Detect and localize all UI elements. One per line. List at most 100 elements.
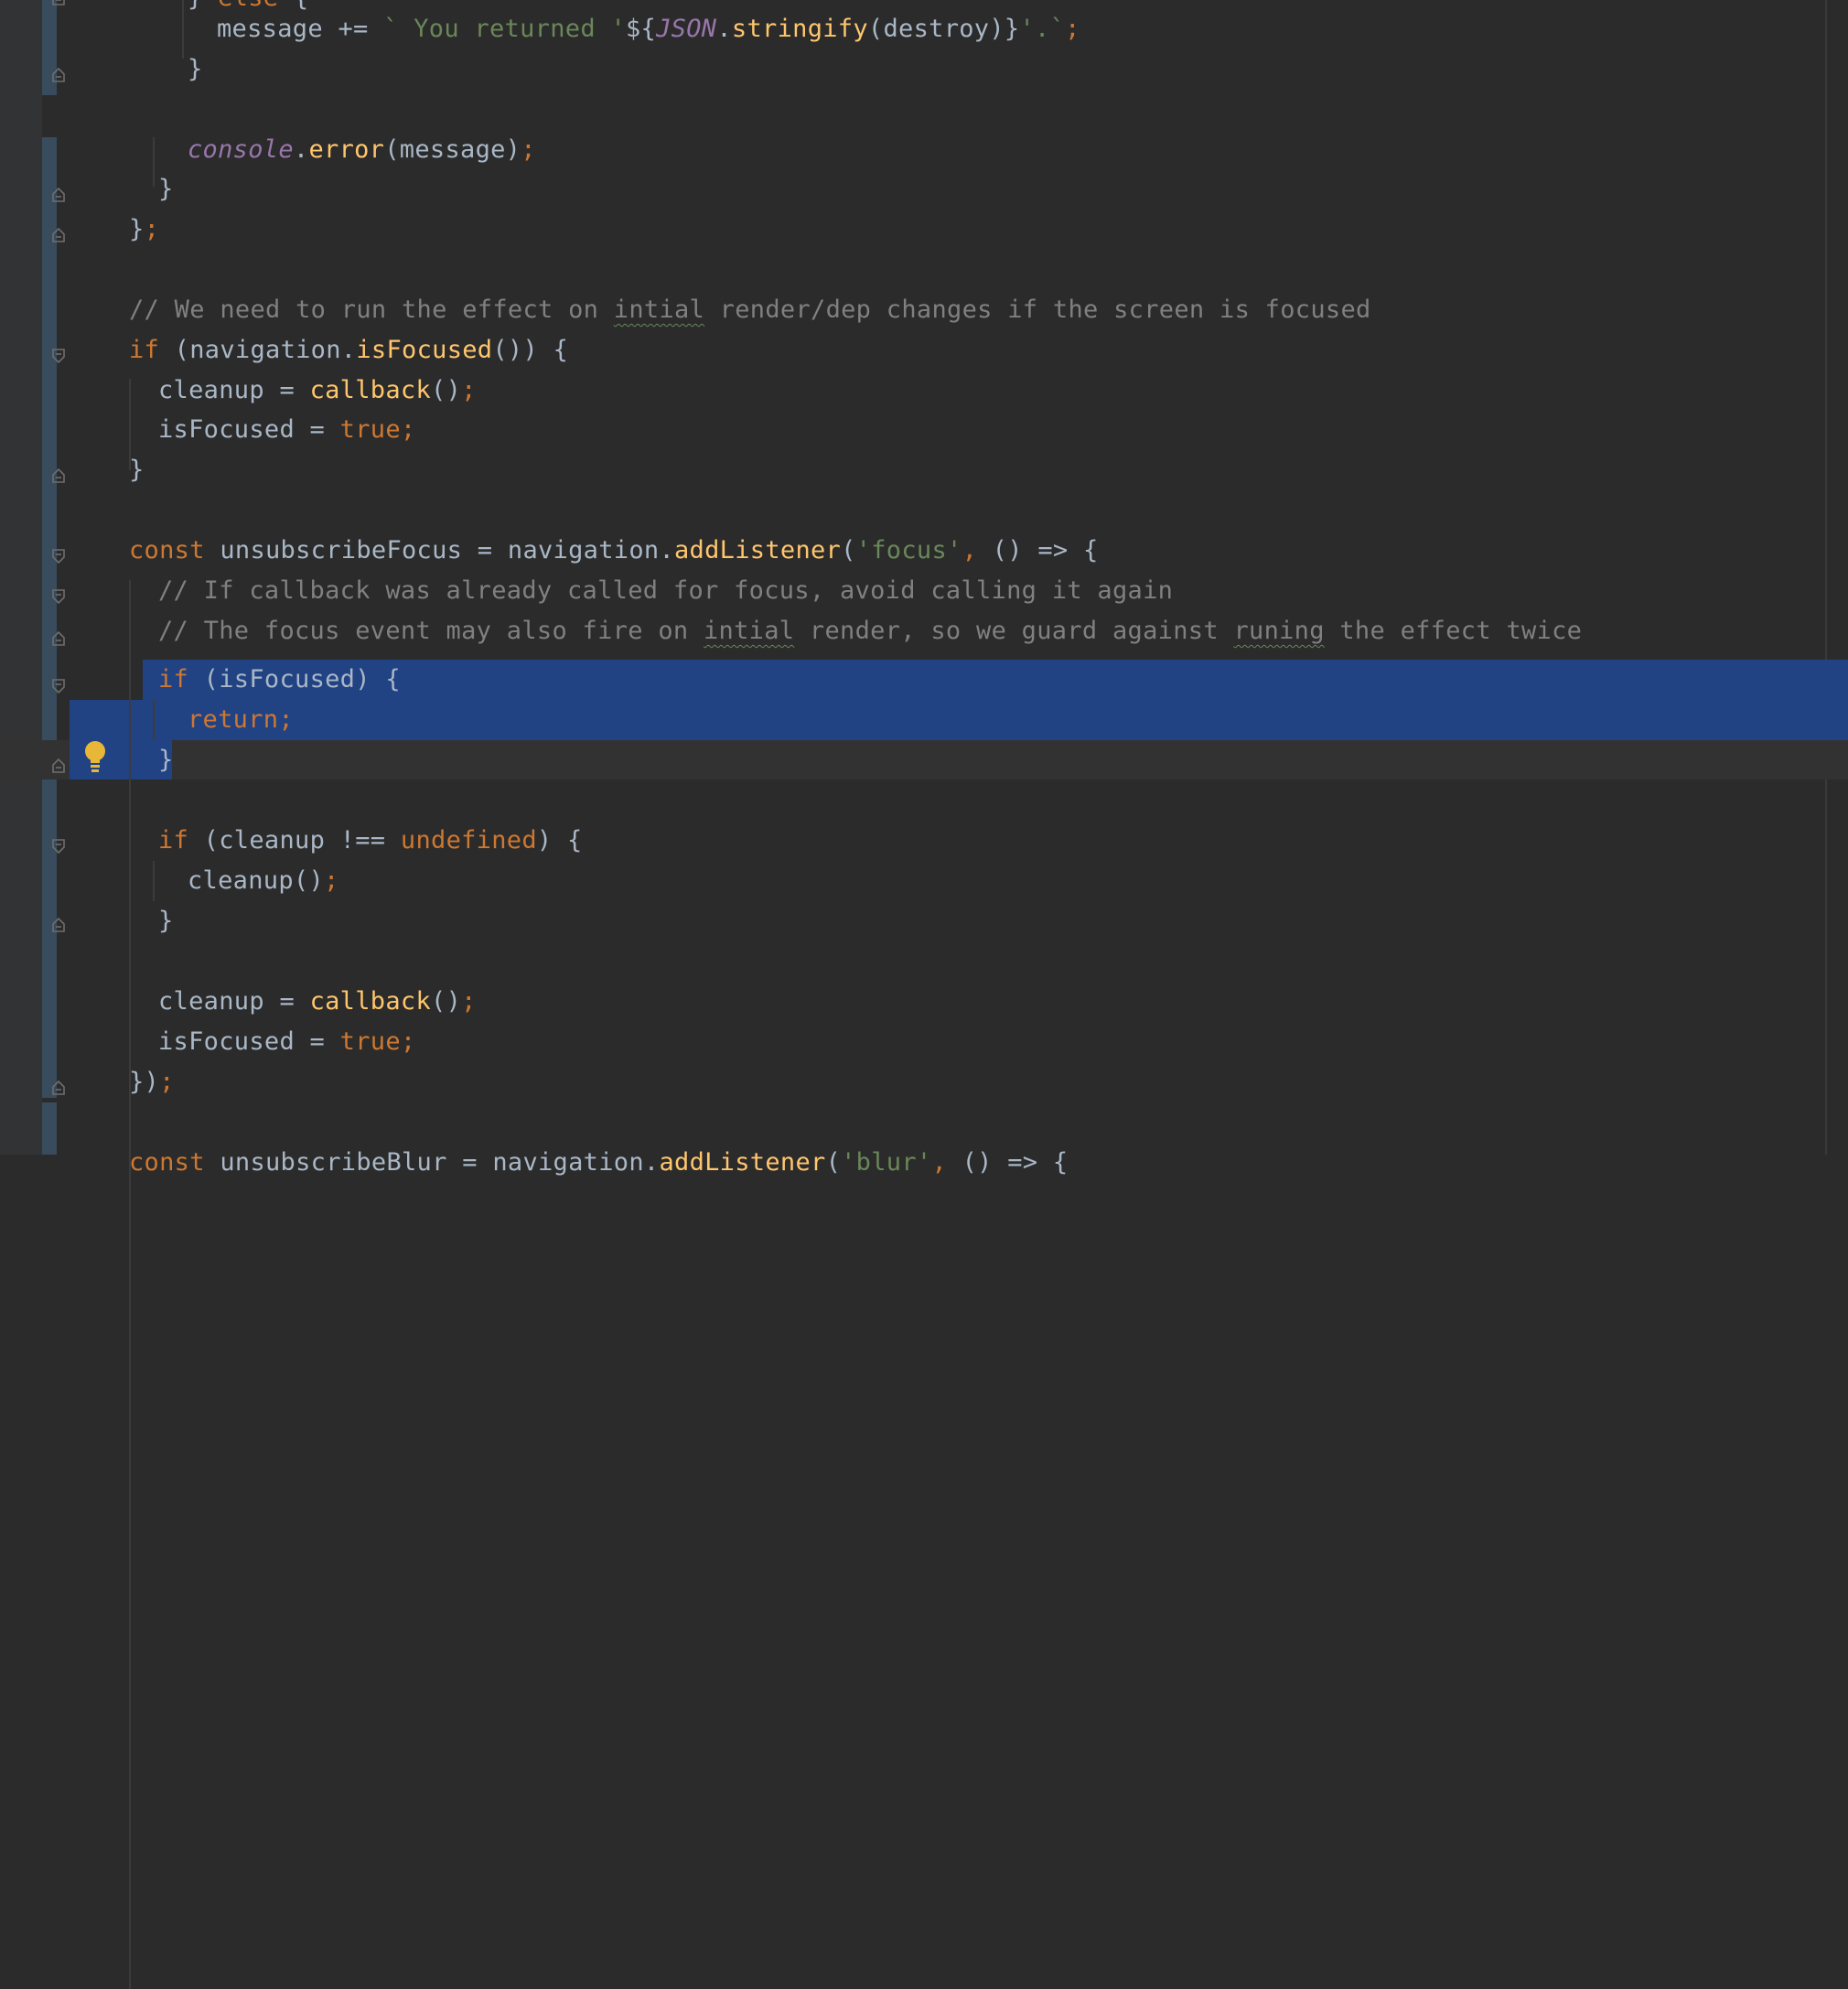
code-token: console [188,135,294,164]
lightbulb-icon[interactable] [82,740,108,773]
code-token: if [158,826,189,855]
code-token: ( [825,1148,842,1177]
code-line[interactable]: const unsubscribeFocus = navigation.addL… [129,531,1099,571]
code-token: 'blur' [841,1148,932,1177]
indent-guide [129,580,131,1989]
code-token: } [188,55,203,83]
gutter [0,0,42,1155]
code-token: (cleanup !== [188,826,401,855]
code-token: render, so we guard against [794,617,1234,645]
code-line[interactable]: }); [129,1062,175,1102]
code-line[interactable]: // We need to run the effect on intial r… [129,290,1371,330]
code-line[interactable]: message += ` You returned '${JSON.string… [217,9,1080,49]
code-line[interactable]: console.error(message); [188,130,536,170]
code-token: addListener [674,536,842,564]
code-line[interactable]: // The focus event may also fire on inti… [158,611,1582,651]
code-line[interactable]: } [158,901,174,941]
code-token: , [931,1148,948,1177]
fold-open-icon[interactable] [52,349,65,363]
code-token: return; [188,705,294,734]
code-token: cleanup = [158,987,310,1016]
indent-guide [153,700,155,740]
code-line[interactable]: isFocused = true; [158,410,415,450]
code-line[interactable]: } [158,169,174,210]
code-token: } [158,746,174,774]
code-token: ()) { [492,336,569,364]
code-editor[interactable]: } else {message += ` You returned '${JSO… [0,0,1848,1989]
code-token: } [158,175,174,203]
fold-close-icon[interactable] [52,631,65,646]
indent-guide [153,137,155,187]
fold-close-icon[interactable] [52,228,65,242]
code-line[interactable]: } [129,450,145,490]
code-token: ; [1065,15,1080,43]
code-token: } [188,0,218,12]
code-line[interactable]: // If callback was already called for fo… [158,571,1173,611]
code-token: (isFocused) { [188,665,401,693]
code-token: error [308,135,385,164]
code-token: true; [339,415,416,444]
fold-close-icon[interactable] [52,0,65,5]
code-line[interactable]: return; [188,700,294,740]
code-line[interactable]: isFocused = true; [158,1022,415,1062]
code-line[interactable]: cleanup = callback(); [158,371,477,411]
code-token: cleanup() [188,866,324,895]
indent-guide [182,0,184,59]
code-token: JSON [656,15,717,43]
code-token: ` You returned ' [383,15,626,43]
code-line[interactable]: }; [129,210,159,250]
code-token: ; [159,1068,175,1096]
code-token: if [129,336,160,364]
code-token: isFocused = [158,1027,340,1056]
code-token: the effect twice [1324,617,1583,645]
code-token: ${ [626,15,657,43]
fold-open-icon[interactable] [52,839,65,854]
code-token: ; [461,987,477,1016]
code-line[interactable]: if (navigation.isFocused()) { [129,330,568,371]
code-line[interactable]: cleanup(); [188,861,339,901]
code-token: } [129,456,145,484]
code-token: render/dep changes if the screen is focu… [704,296,1371,324]
fold-open-icon[interactable] [52,549,65,564]
spelling-warning: intial [613,296,705,324]
code-line[interactable]: const unsubscribeBlur = navigation.addLi… [129,1143,1068,1183]
fold-open-icon[interactable] [52,679,65,693]
code-line[interactable]: cleanup = callback(); [158,982,477,1022]
code-token: (navigation. [159,336,357,364]
code-token: . [716,15,732,43]
code-token: cleanup = [158,376,310,404]
selection [70,700,143,740]
fold-open-icon[interactable] [52,589,65,604]
fold-close-icon[interactable] [52,468,65,483]
fold-close-icon[interactable] [52,1081,65,1095]
code-token: isFocused [356,336,493,364]
code-token: () [431,376,462,404]
code-line[interactable]: } [188,49,203,90]
code-token: ) { [536,826,583,855]
fold-close-icon[interactable] [52,188,65,202]
fold-close-icon[interactable] [52,918,65,932]
code-token: // If callback was already called for fo… [158,576,1174,605]
code-line[interactable]: if (isFocused) { [158,660,401,700]
vcs-change-marker[interactable] [42,1102,57,1155]
vcs-change-marker[interactable] [42,137,57,1098]
spelling-warning: intial [704,617,795,645]
code-token: unsubscribeFocus = navigation. [204,536,674,564]
code-token: , [962,536,978,564]
code-line[interactable]: } [158,740,174,780]
fold-close-icon[interactable] [52,758,65,773]
caret-row-highlight [0,740,1848,779]
code-token: undefined [400,826,537,855]
code-token: ; [144,215,160,243]
code-token: ; [461,376,477,404]
code-token: ; [324,866,339,895]
code-line[interactable]: if (cleanup !== undefined) { [158,821,583,861]
code-token: callback [309,376,432,404]
code-token: () [431,987,462,1016]
code-token: isFocused = [158,415,340,444]
spelling-warning: runing [1233,617,1325,645]
code-token: ; [521,135,536,164]
code-token: true; [339,1027,416,1056]
fold-close-icon[interactable] [52,68,65,82]
indent-guide [153,861,155,901]
